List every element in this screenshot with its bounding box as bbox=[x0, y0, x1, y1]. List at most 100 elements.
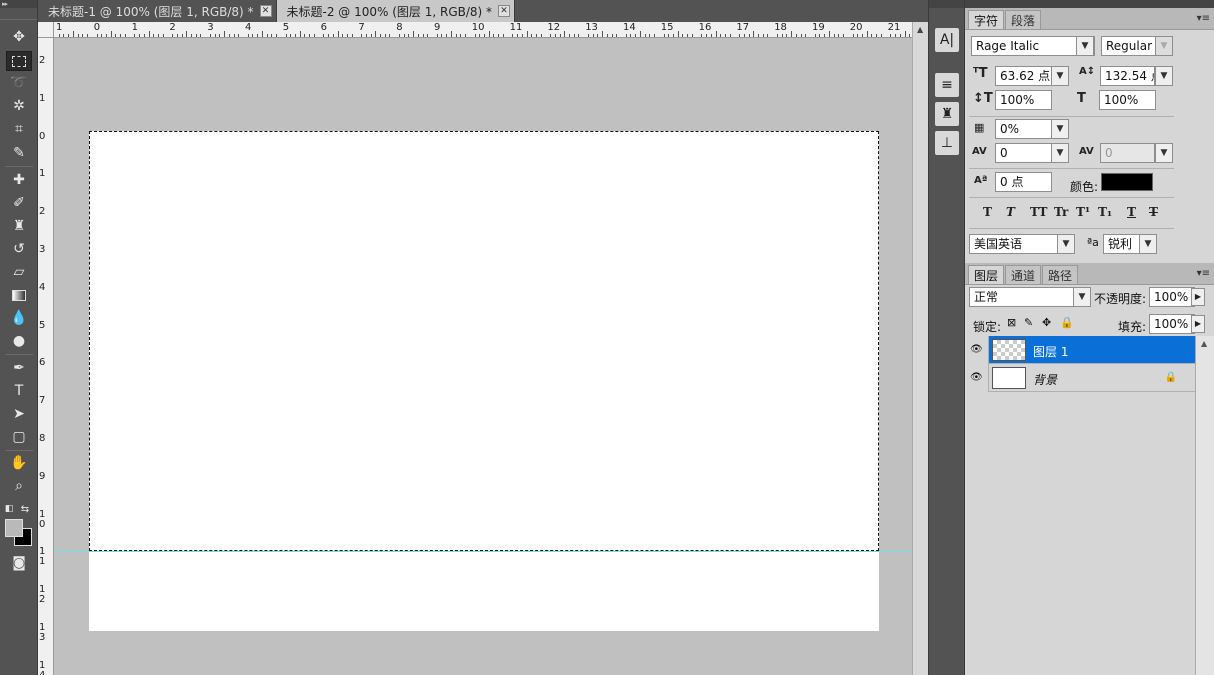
chevron-down-icon[interactable]: ▼ bbox=[1076, 36, 1094, 56]
horizontal-ruler[interactable]: 1 0 1 2 3 4 5 6 7 8 9 10 11 12 13 14 15 16 17 18 19 20 21 bbox=[54, 22, 928, 38]
default-colors-icon[interactable]: ◧ bbox=[2, 499, 16, 519]
close-icon[interactable]: ✕ bbox=[498, 5, 511, 17]
small-caps-button[interactable]: Tr bbox=[1054, 205, 1068, 219]
close-icon[interactable]: ✕ bbox=[259, 5, 272, 17]
layer-row[interactable]: 👁 图层 1 bbox=[965, 336, 1195, 364]
document-tab-1[interactable]: 未标题-1 @ 100% (图层 1, RGB/8) * ✕ bbox=[38, 0, 277, 22]
history-brush-tool-icon[interactable]: ↺ bbox=[6, 239, 32, 259]
chevron-down-icon[interactable]: ▼ bbox=[1139, 234, 1157, 254]
opacity-input[interactable]: 100% bbox=[1149, 287, 1195, 307]
pen-tool-icon[interactable]: ✒ bbox=[6, 358, 32, 378]
panel-menu-icon[interactable]: ▾≡ bbox=[1197, 13, 1210, 24]
ruler-tick bbox=[323, 34, 325, 37]
clone-stamp-tool-icon[interactable]: ♜ bbox=[6, 216, 32, 236]
lock-pixels-icon[interactable]: ✎ bbox=[1024, 316, 1033, 329]
eraser-tool-icon[interactable]: ▱ bbox=[6, 262, 32, 282]
scroll-up-icon[interactable]: ▲ bbox=[917, 25, 923, 34]
ruler-tick bbox=[909, 34, 911, 37]
swap-colors-icon[interactable]: ⇆ bbox=[18, 499, 32, 519]
text-color-swatch[interactable] bbox=[1101, 173, 1153, 191]
brush-presets-icon[interactable]: ≡ bbox=[935, 73, 959, 97]
faux-bold-button[interactable]: T bbox=[983, 205, 992, 219]
tab-paragraph[interactable]: 段落 bbox=[1005, 10, 1042, 29]
strikethrough-button[interactable]: T bbox=[1149, 205, 1158, 219]
panel-menu-icon[interactable]: ▾≡ bbox=[1197, 268, 1210, 279]
type-tool-icon[interactable]: T bbox=[6, 381, 32, 401]
ruler-tick bbox=[342, 34, 344, 37]
chevron-down-icon[interactable]: ▼ bbox=[1051, 66, 1069, 86]
tab-paths[interactable]: 路径 bbox=[1042, 265, 1079, 284]
document-tab-2[interactable]: 未标题-2 @ 100% (图层 1, RGB/8) * ✕ bbox=[276, 0, 516, 22]
layer-name[interactable]: 图层 1 bbox=[1033, 343, 1068, 360]
eyedropper-tool-icon[interactable]: ✎ bbox=[6, 143, 32, 163]
underline-button[interactable]: T bbox=[1127, 205, 1136, 219]
marquee-tool-icon[interactable] bbox=[6, 51, 32, 71]
tools-panel-header[interactable]: ▸▸ bbox=[0, 0, 37, 8]
gradient-tool-icon[interactable] bbox=[6, 285, 32, 305]
lasso-tool-icon[interactable]: ➰ bbox=[6, 73, 32, 93]
leading-input[interactable]: 132.54 点 bbox=[1100, 66, 1155, 86]
subscript-button[interactable]: T₁ bbox=[1098, 205, 1112, 219]
ruler-tick bbox=[181, 34, 183, 37]
chevron-down-icon[interactable]: ▼ bbox=[1155, 66, 1173, 86]
layer-row[interactable]: 👁 背景 🔒 bbox=[965, 364, 1195, 392]
zoom-tool-icon[interactable]: ⌕ bbox=[6, 476, 32, 496]
superscript-button[interactable]: T¹ bbox=[1076, 205, 1090, 219]
layer-name[interactable]: 背景 bbox=[1033, 371, 1057, 388]
shape-tool-icon[interactable]: ▢ bbox=[6, 427, 32, 447]
ruler-tick bbox=[328, 34, 330, 37]
move-tool-icon[interactable]: ✥ bbox=[6, 27, 32, 47]
scroll-up-icon[interactable]: ▲ bbox=[1201, 339, 1207, 348]
tracking-input[interactable]: 0 bbox=[1100, 143, 1155, 163]
eye-icon[interactable]: 👁 bbox=[970, 344, 983, 355]
brush-tool-icon[interactable]: ✐ bbox=[6, 193, 32, 213]
healing-brush-tool-icon[interactable]: ✚ bbox=[6, 170, 32, 190]
horizontal-guide[interactable] bbox=[54, 551, 912, 552]
lock-transparent-icon[interactable]: ⊠ bbox=[1007, 316, 1016, 329]
panels-header[interactable] bbox=[965, 0, 1214, 8]
chevron-down-icon[interactable]: ▼ bbox=[1155, 143, 1173, 163]
fill-input[interactable]: 100% bbox=[1149, 314, 1195, 334]
horizontal-scale-input[interactable]: 100% bbox=[1099, 90, 1156, 110]
layers-scrollbar[interactable]: ▲ bbox=[1195, 336, 1214, 675]
tsume-input[interactable]: 0% bbox=[995, 119, 1053, 139]
dodge-tool-icon[interactable]: ● bbox=[6, 331, 32, 351]
chevron-down-icon[interactable]: ▼ bbox=[1155, 36, 1173, 56]
chevron-right-icon[interactable]: ▶ bbox=[1191, 315, 1205, 333]
kerning-input[interactable]: 0 bbox=[995, 143, 1053, 163]
tab-layers[interactable]: 图层 bbox=[968, 265, 1005, 284]
vertical-ruler[interactable]: 2101234567891 01 11 21 31 4 bbox=[38, 38, 54, 675]
path-select-tool-icon[interactable]: ➤ bbox=[6, 404, 32, 424]
canvas-viewport[interactable] bbox=[54, 38, 912, 675]
chevron-down-icon[interactable]: ▼ bbox=[1073, 287, 1091, 307]
lock-all-icon[interactable]: 🔒 bbox=[1060, 316, 1074, 329]
baseline-shift-input[interactable]: 0 点 bbox=[995, 172, 1052, 192]
blur-tool-icon[interactable]: 💧 bbox=[6, 308, 32, 328]
chevron-right-icon[interactable]: ▶ bbox=[1191, 288, 1205, 306]
quick-mask-icon[interactable]: ◙ bbox=[6, 553, 32, 573]
chevron-down-icon[interactable]: ▼ bbox=[1051, 119, 1069, 139]
chevron-down-icon[interactable]: ▼ bbox=[1051, 143, 1069, 163]
hand-tool-icon[interactable]: ✋ bbox=[6, 453, 32, 473]
crop-tool-icon[interactable]: ⌗ bbox=[6, 119, 32, 139]
tab-channels[interactable]: 通道 bbox=[1005, 265, 1042, 284]
chevron-down-icon[interactable]: ▼ bbox=[1057, 234, 1075, 254]
foreground-color-swatch[interactable] bbox=[5, 519, 23, 537]
strip-header[interactable] bbox=[929, 0, 964, 8]
faux-italic-button[interactable]: T bbox=[1006, 205, 1015, 219]
vertical-scrollbar[interactable]: ▲ bbox=[912, 22, 928, 675]
lock-position-icon[interactable]: ✥ bbox=[1042, 316, 1051, 329]
tools-grip[interactable] bbox=[0, 8, 37, 20]
clone-source-icon[interactable]: ♜ bbox=[935, 102, 959, 126]
all-caps-button[interactable]: TT bbox=[1030, 205, 1047, 219]
ruler-tick bbox=[427, 34, 429, 37]
vertical-scale-input[interactable]: 100% bbox=[995, 90, 1052, 110]
tab-character[interactable]: 字符 bbox=[968, 10, 1005, 29]
character-panel-icon[interactable]: A| bbox=[935, 28, 959, 52]
quick-select-tool-icon[interactable]: ✲ bbox=[6, 96, 32, 116]
ruler-origin[interactable] bbox=[38, 22, 54, 38]
font-size-input[interactable]: 63.62 点 bbox=[995, 66, 1053, 86]
tool-presets-icon[interactable]: ⊥ bbox=[935, 131, 959, 155]
eye-icon[interactable]: 👁 bbox=[970, 372, 983, 383]
ruler-tick bbox=[455, 34, 457, 37]
